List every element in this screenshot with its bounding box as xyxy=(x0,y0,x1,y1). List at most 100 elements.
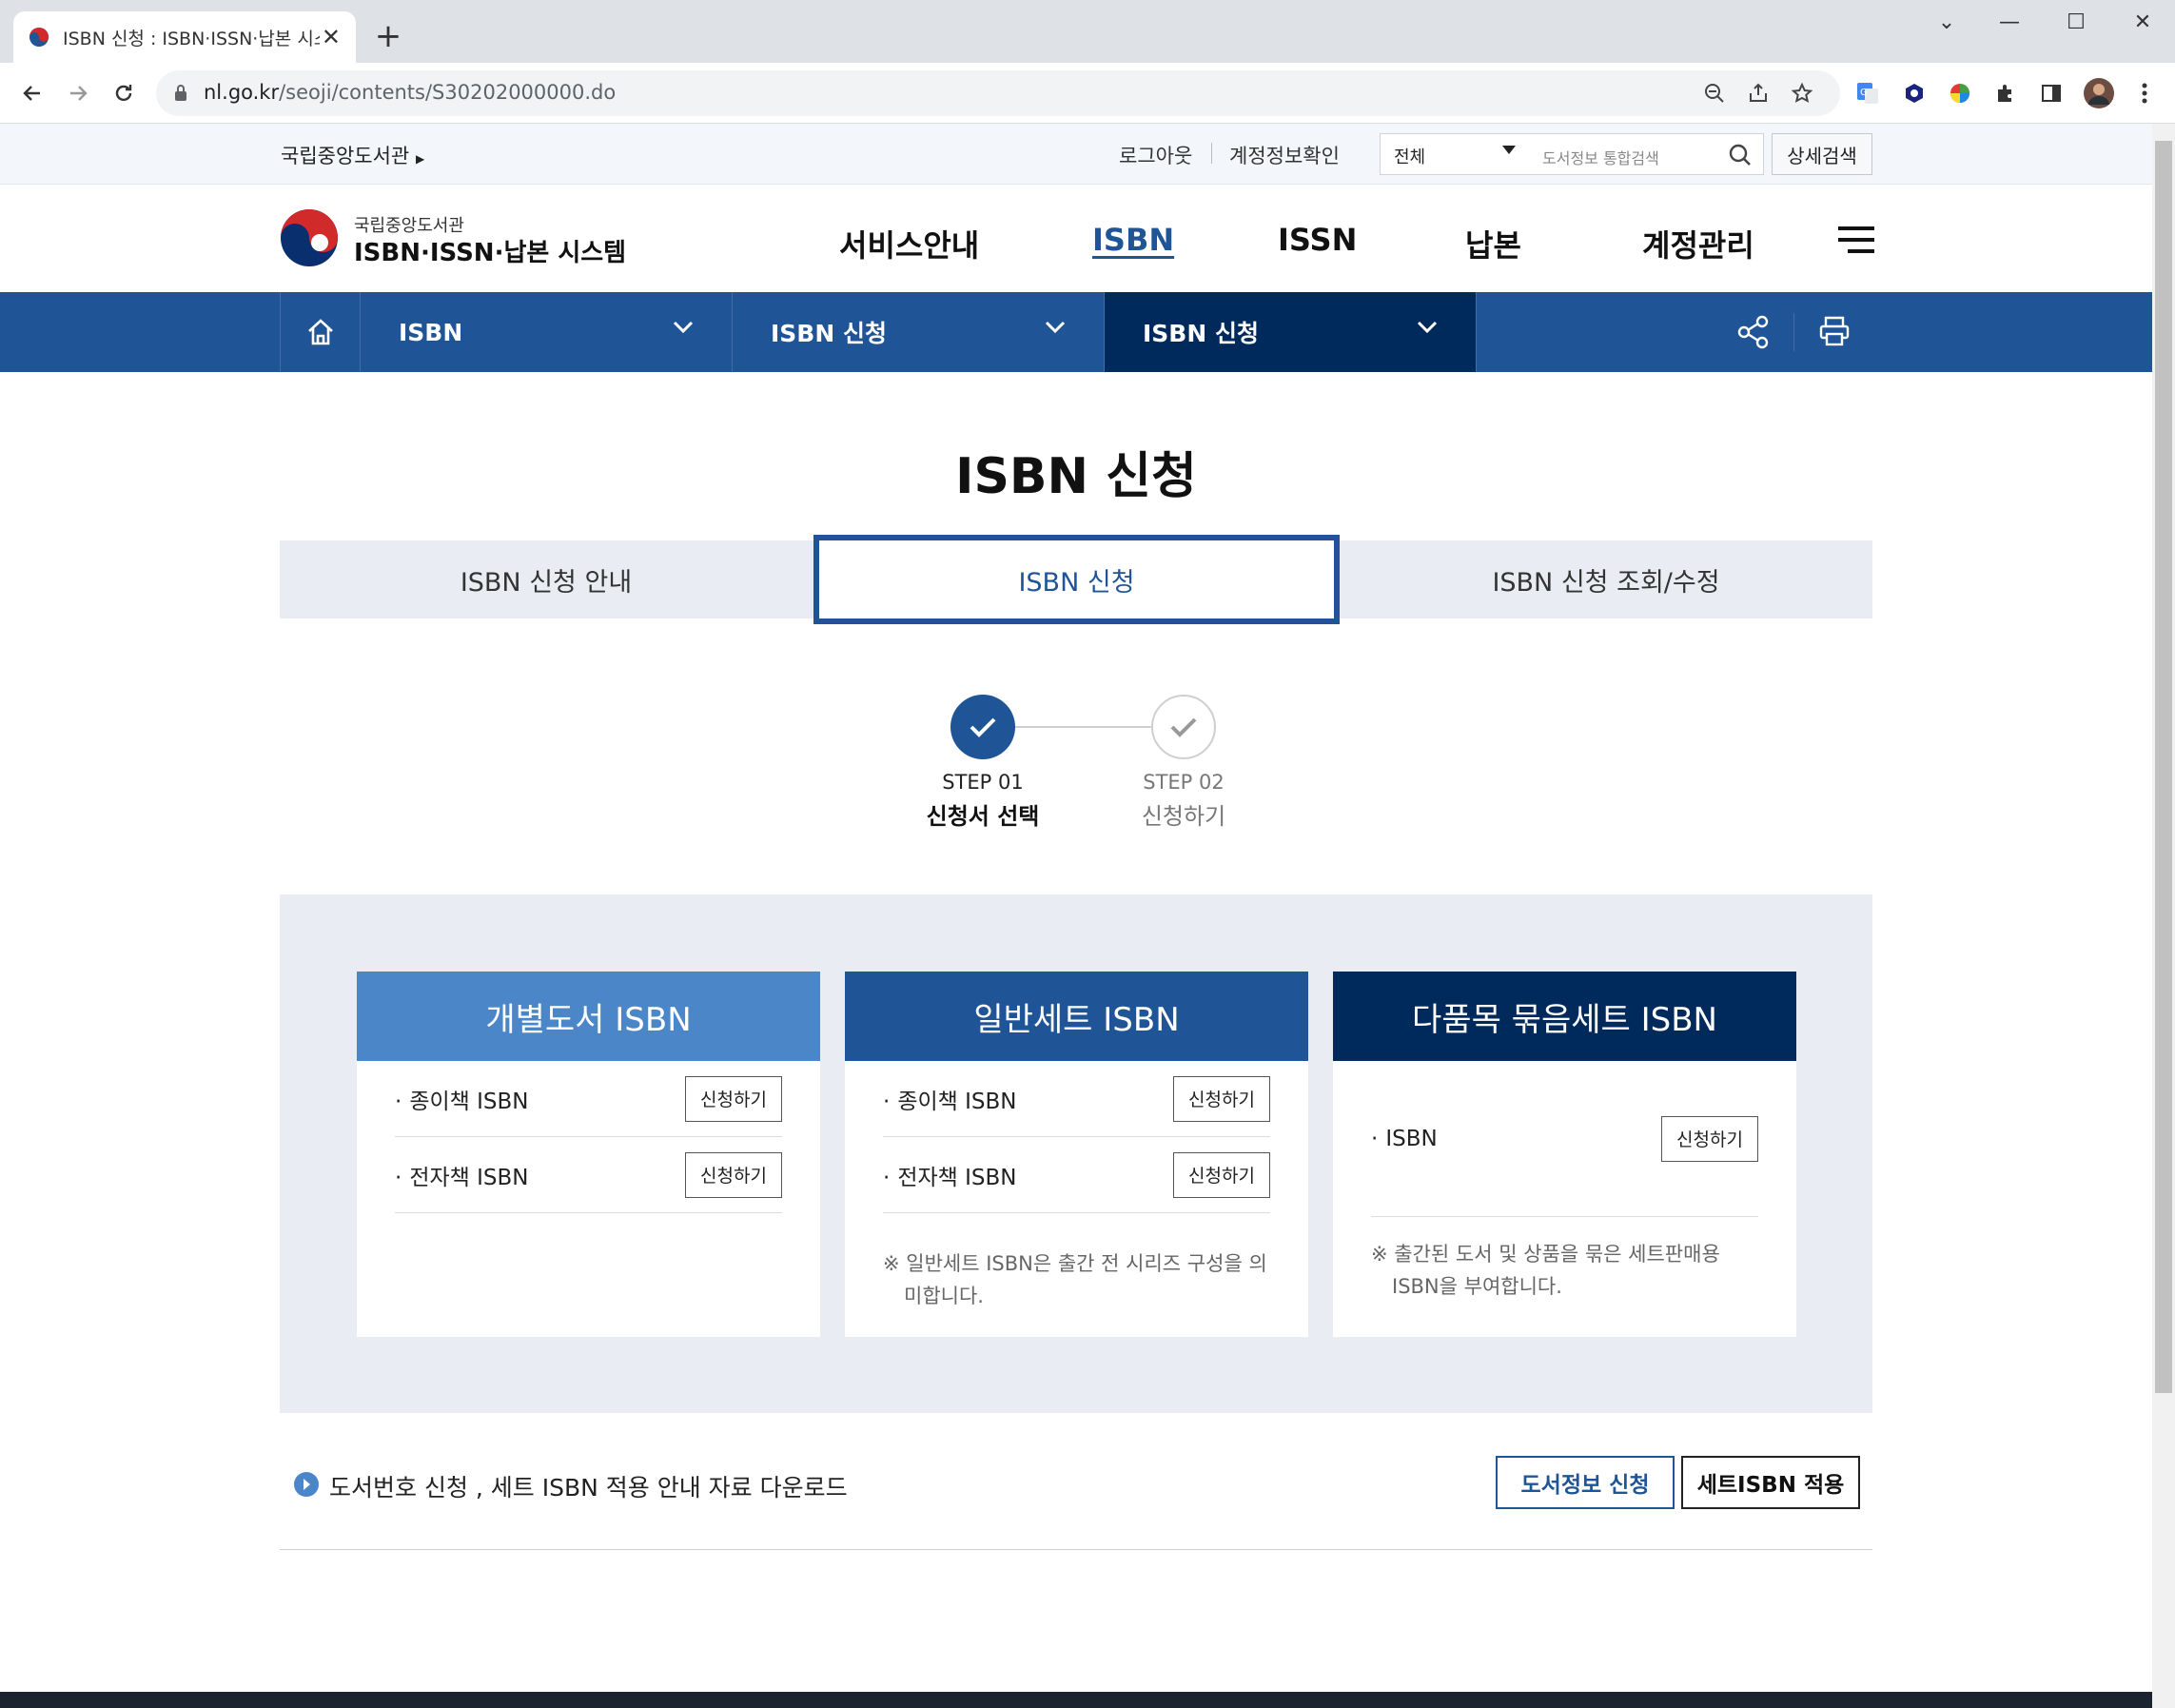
share-page-icon[interactable] xyxy=(1747,82,1770,105)
card-multi-bundle-isbn: 다품목 묶음세트 ISBN ISBN 신청하기 ※ 출간된 도서 및 상품을 묶… xyxy=(1333,972,1796,1337)
list-item: 종이책 ISBN 신청하기 xyxy=(883,1061,1270,1137)
side-panel-icon[interactable] xyxy=(2034,76,2068,110)
favicon-icon xyxy=(29,27,49,48)
step2-label: STEP 02 신청하기 xyxy=(1088,771,1279,831)
bookmark-star-icon[interactable] xyxy=(1791,82,1813,105)
new-tab-icon[interactable]: + xyxy=(371,17,405,55)
search-scope-select[interactable]: 전체 xyxy=(1394,144,1425,168)
maximize-icon[interactable]: ☐ xyxy=(2048,4,2105,42)
home-icon[interactable] xyxy=(280,292,360,372)
list-item: 전자책 ISBN 신청하기 xyxy=(395,1137,782,1213)
chevron-down-icon xyxy=(1417,321,1438,334)
download-guide-link[interactable]: 도서번호 신청 , 세트 ISBN 적용 안내 자료 다운로드 xyxy=(329,1469,848,1503)
gnb-service-info[interactable]: 서비스안내 xyxy=(839,222,979,265)
breadcrumb-level2[interactable]: ISBN 신청 xyxy=(732,292,1104,372)
tab-isbn-inquiry[interactable]: ISBN 신청 조회/수정 xyxy=(1340,540,1872,618)
lock-icon xyxy=(173,84,188,103)
advanced-search-button[interactable]: 상세검색 xyxy=(1772,133,1872,175)
logo-title: ISBN·ISSN·납본 시스템 xyxy=(354,239,627,267)
svg-text:G: G xyxy=(1860,88,1868,98)
window-close-icon[interactable]: ✕ xyxy=(2114,4,2171,42)
list-item: 종이책 ISBN 신청하기 xyxy=(395,1061,782,1137)
bottom-divider xyxy=(280,1549,1872,1550)
tab-isbn-apply[interactable]: ISBN 신청 xyxy=(813,535,1340,624)
tab-search-icon[interactable]: ⌄ xyxy=(1918,4,1975,42)
row-label: ISBN xyxy=(1371,1127,1437,1151)
card-title: 다품목 묶음세트 ISBN xyxy=(1333,972,1796,1061)
step2-text: 신청하기 xyxy=(1141,803,1226,830)
apply-button[interactable]: 신청하기 xyxy=(1661,1115,1758,1162)
utility-bar: 국립중앙도서관 ▶ 로그아웃 계정정보확인 전체 도서정보 통합검색 상세검색 xyxy=(0,124,2152,185)
breadcrumb-level3[interactable]: ISBN 신청 xyxy=(1104,292,1477,372)
account-info-link[interactable]: 계정정보확인 xyxy=(1229,141,1340,169)
util-divider xyxy=(1211,143,1212,164)
tab-close-icon[interactable]: ✕ xyxy=(322,24,341,50)
step1-number: STEP 01 xyxy=(942,771,1024,794)
gnb-deposit[interactable]: 납본 xyxy=(1465,222,1521,265)
extensions-puzzle-icon[interactable] xyxy=(1989,76,2023,110)
color-picker-extension-icon[interactable] xyxy=(1943,76,1977,110)
logout-link[interactable]: 로그아웃 xyxy=(1119,141,1192,169)
card-title: 일반세트 ISBN xyxy=(845,972,1308,1061)
step2-check-icon xyxy=(1151,695,1216,759)
share-icon[interactable] xyxy=(1737,315,1770,349)
forward-icon[interactable] xyxy=(61,76,95,110)
card-individual-isbn: 개별도서 ISBN 종이책 ISBN 신청하기 전자책 ISBN 신청하기 xyxy=(357,972,820,1337)
step1-text: 신청서 선택 xyxy=(926,803,1040,830)
profile-avatar[interactable] xyxy=(2082,76,2116,110)
chevron-down-icon xyxy=(1045,321,1066,334)
row-label: 종이책 ISBN xyxy=(395,1083,528,1115)
row-label: 종이책 ISBN xyxy=(883,1083,1016,1115)
print-icon[interactable] xyxy=(1818,315,1851,347)
footer-strip xyxy=(0,1692,2152,1708)
gnb-issn[interactable]: ISSN xyxy=(1278,222,1357,258)
extension-shield-icon[interactable] xyxy=(1897,76,1931,110)
page-title: ISBN 신청 xyxy=(955,448,1197,505)
apply-button[interactable]: 신청하기 xyxy=(685,1151,782,1198)
url-host: nl.go.kr xyxy=(204,81,280,104)
gnb-account[interactable]: 계정관리 xyxy=(1642,222,1754,265)
search-icon[interactable] xyxy=(1728,143,1753,167)
nl-home-link[interactable]: 국립중앙도서관 ▶ xyxy=(281,141,424,169)
tab-isbn-guide[interactable]: ISBN 신청 안내 xyxy=(280,540,813,618)
search-input[interactable]: 도서정보 통합검색 xyxy=(1542,146,1659,168)
zoom-icon[interactable] xyxy=(1703,82,1726,105)
row-label: 전자책 ISBN xyxy=(883,1159,1016,1191)
url-path: /seoji/contents/S30202000000.do xyxy=(279,81,617,104)
download-arrow-icon[interactable] xyxy=(293,1471,320,1498)
back-icon[interactable] xyxy=(15,76,49,110)
browser-menu-icon[interactable] xyxy=(2127,76,2162,110)
step1-label: STEP 01 신청서 선택 xyxy=(888,771,1078,831)
breadcrumb-bar: ISBN ISBN 신청 ISBN 신청 xyxy=(0,292,2152,372)
card-title: 개별도서 ISBN xyxy=(357,972,820,1061)
list-item: 전자책 ISBN 신청하기 xyxy=(883,1137,1270,1213)
scrollbar-thumb[interactable] xyxy=(2155,141,2172,1393)
address-bar[interactable]: nl.go.kr/seoji/contents/S30202000000.do xyxy=(156,70,1840,116)
set-isbn-apply-button[interactable]: 세트ISBN 적용 xyxy=(1681,1456,1860,1509)
search-box: 전체 도서정보 통합검색 xyxy=(1380,133,1764,175)
book-info-apply-button[interactable]: 도서정보 신청 xyxy=(1496,1456,1675,1509)
chevron-down-icon xyxy=(673,321,694,334)
breadcrumb-level1[interactable]: ISBN xyxy=(360,292,732,372)
browser-tab[interactable]: ISBN 신청 : ISBN·ISSN·납본 시스 ✕ xyxy=(13,11,356,63)
step1-check-icon xyxy=(950,695,1015,759)
hamburger-menu-icon[interactable] xyxy=(1838,226,1874,254)
apply-button[interactable]: 신청하기 xyxy=(685,1075,782,1122)
row-label: 전자책 ISBN xyxy=(395,1159,528,1191)
reload-icon[interactable] xyxy=(107,76,141,110)
minimize-icon[interactable]: — xyxy=(1981,4,2038,42)
taeguk-logo-icon xyxy=(281,209,338,266)
list-item: ISBN 신청하기 xyxy=(1371,1061,1758,1217)
card-note: ※ 일반세트 ISBN은 출간 전 시리즈 구성을 의미합니다. xyxy=(883,1252,1267,1307)
browser-tab-strip: ISBN 신청 : ISBN·ISSN·납본 시스 ✕ + ⌄ — ☐ ✕ xyxy=(0,0,2175,63)
apply-button[interactable]: 신청하기 xyxy=(1173,1075,1270,1122)
tab-title: ISBN 신청 : ISBN·ISSN·납본 시스 xyxy=(63,28,320,49)
card-note: ※ 출간된 도서 및 상품을 묶은 세트판매용 ISBN을 부여합니다. xyxy=(1371,1243,1720,1298)
browser-toolbar: nl.go.kr/seoji/contents/S30202000000.do … xyxy=(0,63,2175,124)
apply-button[interactable]: 신청하기 xyxy=(1173,1151,1270,1198)
gnb-isbn[interactable]: ISBN xyxy=(1092,222,1174,258)
site-logo[interactable]: 국립중앙도서관 ISBN·ISSN·납본 시스템 xyxy=(280,208,626,267)
translate-extension-icon[interactable]: G xyxy=(1851,76,1885,110)
caret-down-icon xyxy=(1502,146,1516,155)
site-header: 국립중앙도서관 ISBN·ISSN·납본 시스템 서비스안내 ISBN ISSN… xyxy=(0,186,2152,292)
